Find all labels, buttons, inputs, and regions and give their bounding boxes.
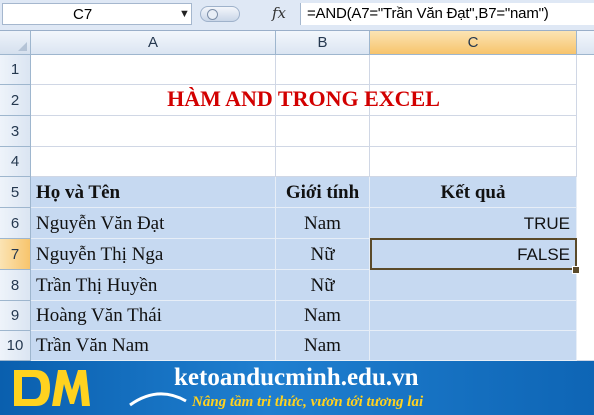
column-header-a[interactable]: A bbox=[31, 31, 276, 55]
row-header-1[interactable]: 1 bbox=[0, 55, 31, 85]
drag-handle-icon bbox=[207, 9, 218, 20]
row-header-2[interactable]: 2 bbox=[0, 85, 31, 116]
column-header-d[interactable] bbox=[577, 31, 594, 55]
cell-c4[interactable] bbox=[370, 147, 577, 177]
cell-c3[interactable] bbox=[370, 116, 577, 147]
column-header-b[interactable]: B bbox=[276, 31, 370, 55]
name-box[interactable]: C7 ▼ bbox=[2, 3, 192, 25]
formula-bar: C7 ▼ fx =AND(A7="Trần Văn Đạt",B7="nam") bbox=[0, 0, 594, 31]
table-cell-name[interactable]: Hoàng Văn Thái bbox=[31, 301, 276, 331]
table-cell-gender[interactable]: Nữ bbox=[276, 239, 370, 270]
table-cell-gender[interactable]: Nam bbox=[276, 208, 370, 239]
row-header-9[interactable]: 9 bbox=[0, 301, 31, 331]
table-cell-result[interactable] bbox=[370, 301, 577, 331]
table-cell-gender[interactable]: Nữ bbox=[276, 270, 370, 301]
cell-a3[interactable] bbox=[31, 116, 276, 147]
select-all-button[interactable] bbox=[0, 31, 31, 55]
cell-a4[interactable] bbox=[31, 147, 276, 177]
website-text[interactable]: ketoanducminh.edu.vn bbox=[174, 364, 419, 392]
fill-handle[interactable] bbox=[572, 266, 580, 274]
dm-logo-icon bbox=[14, 370, 90, 406]
header-name[interactable]: Họ và Tên bbox=[31, 177, 276, 208]
row-header-4[interactable]: 4 bbox=[0, 147, 31, 177]
sheet-title: HÀM AND TRONG EXCEL bbox=[167, 86, 440, 111]
table-cell-result[interactable]: TRUE bbox=[370, 208, 577, 239]
formula-text: =AND(A7="Trần Văn Đạt",B7="nam") bbox=[307, 5, 549, 22]
worksheet-grid: A B C 1 2 3 4 5 6 7 8 9 10 HÀM AND TRONG… bbox=[0, 31, 594, 361]
swoosh-icon bbox=[129, 392, 187, 407]
select-all-icon bbox=[18, 42, 27, 51]
table-cell-result[interactable] bbox=[370, 270, 577, 301]
table-cell-name[interactable]: Trần Văn Nam bbox=[31, 331, 276, 361]
cell-c1[interactable] bbox=[370, 55, 577, 85]
cell-b1[interactable] bbox=[276, 55, 370, 85]
formula-input[interactable]: =AND(A7="Trần Văn Đạt",B7="nam") bbox=[300, 3, 594, 25]
slogan-text: Nâng tầm tri thức, vươn tới tương lai bbox=[192, 394, 424, 410]
name-box-value: C7 bbox=[73, 6, 93, 23]
column-header-c[interactable]: C bbox=[370, 31, 577, 55]
footer-banner: ketoanducminh.edu.vn Nâng tầm tri thức, … bbox=[0, 361, 594, 415]
header-result[interactable]: Kết quả bbox=[370, 177, 577, 208]
row-header-6[interactable]: 6 bbox=[0, 208, 31, 239]
active-cell-border bbox=[370, 238, 577, 270]
table-cell-name[interactable]: Trần Thị Huyền bbox=[31, 270, 276, 301]
cell-a1[interactable] bbox=[31, 55, 276, 85]
table-cell-gender[interactable]: Nam bbox=[276, 301, 370, 331]
row-header-3[interactable]: 3 bbox=[0, 116, 31, 147]
cell-b3[interactable] bbox=[276, 116, 370, 147]
formula-bar-splitter[interactable] bbox=[200, 6, 240, 22]
column-d-cells[interactable] bbox=[577, 55, 594, 361]
table-cell-gender[interactable]: Nam bbox=[276, 331, 370, 361]
table-cell-name[interactable]: Nguyễn Văn Đạt bbox=[31, 208, 276, 239]
row-header-10[interactable]: 10 bbox=[0, 331, 31, 361]
row-header-5[interactable]: 5 bbox=[0, 177, 31, 208]
header-gender[interactable]: Giới tính bbox=[276, 177, 370, 208]
chevron-down-icon[interactable]: ▼ bbox=[179, 8, 190, 20]
row-header-8[interactable]: 8 bbox=[0, 270, 31, 301]
insert-function-icon[interactable]: fx bbox=[272, 4, 286, 22]
row-header-7[interactable]: 7 bbox=[0, 239, 31, 270]
table-cell-name[interactable]: Nguyễn Thị Nga bbox=[31, 239, 276, 270]
cell-b4[interactable] bbox=[276, 147, 370, 177]
table-cell-result[interactable] bbox=[370, 331, 577, 361]
